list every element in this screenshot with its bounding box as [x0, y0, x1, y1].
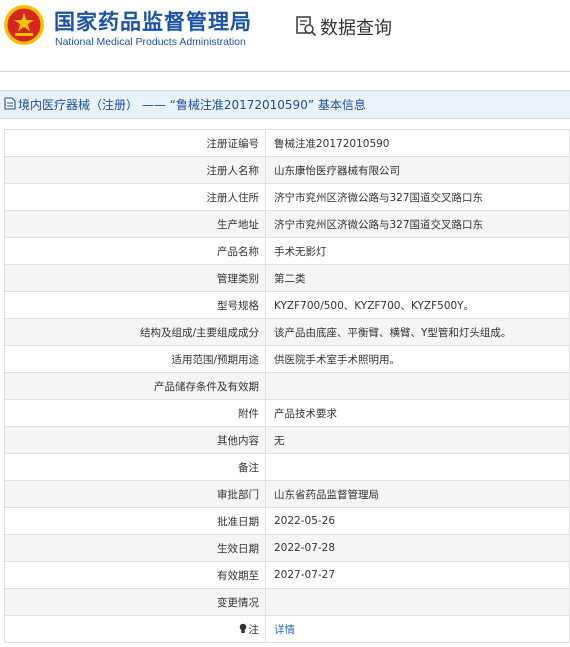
row-value: KYZF700/500、KYZF700、KYZF500Y。 [265, 291, 570, 319]
note-label: 注 [248, 623, 260, 636]
table-row: 有效期至 2027-07-27 [4, 561, 570, 589]
row-value [265, 372, 570, 400]
table-row: 附件 产品技术要求 [4, 399, 570, 427]
row-value: 济宁市兖州区济微公路与327国道交叉路口东 [265, 210, 570, 238]
table-row: 注册人名称 山东康怡医疗器械有限公司 [4, 156, 570, 184]
table-row: 注册证编号 鲁械注准20172010590 [4, 129, 570, 157]
table-row: 产品储存条件及有效期 [4, 372, 570, 400]
row-label: 生效日期 [4, 534, 266, 562]
row-label: 批准日期 [4, 507, 266, 535]
row-label: 生产地址 [4, 210, 266, 238]
row-value [265, 453, 570, 481]
row-label: 附件 [4, 399, 266, 427]
row-value: 山东康怡医疗器械有限公司 [265, 156, 570, 184]
row-value: 供医院手术室手术照明用。 [265, 345, 570, 373]
row-value: 第二类 [265, 264, 570, 292]
table-row: 变更情况 [4, 588, 570, 616]
note-label-cell: 注 [4, 615, 266, 643]
breadcrumb: 境内医疗器械（注册） —— “鲁械注准20172010590” 基本信息 [0, 90, 570, 119]
nmpa-emblem-icon [4, 5, 44, 45]
row-label: 产品名称 [4, 237, 266, 265]
table-row: 其他内容无 [4, 426, 570, 454]
row-label: 结构及组成/主要组成成分 [4, 318, 266, 346]
row-label: 有效期至 [4, 561, 266, 589]
registration-info-table: 注册证编号 鲁械注准20172010590 注册人名称 山东康怡医疗器械有限公司 注… [4, 129, 570, 643]
row-label: 注册人名称 [4, 156, 266, 184]
document-icon [4, 97, 16, 110]
org-name-cn[interactable]: 国家药品监督管理局 [54, 6, 252, 36]
row-value: 该产品由底座、平衡臂、横臂、Y型管和灯头组成。 [265, 318, 570, 346]
row-value [265, 588, 570, 616]
row-value: 产品技术要求 [265, 399, 570, 427]
lightbulb-icon [239, 623, 246, 633]
site-header: 国家药品监督管理局 National Medical Products Admi… [0, 0, 570, 62]
table-row: 管理类别 第二类 [4, 264, 570, 292]
org-name-en[interactable]: National Medical Products Administration [55, 36, 246, 48]
details-link[interactable]: 详情 [274, 624, 295, 636]
row-value: 鲁械注准20172010590 [265, 129, 570, 157]
row-label: 注册人住所 [4, 183, 266, 211]
note-row: 注 详情 [4, 615, 570, 643]
row-value: 手术无影灯 [265, 237, 570, 265]
table-row: 生产地址 济宁市兖州区济微公路与327国道交叉路口东 [4, 210, 570, 238]
table-row: 适用范围/预期用途 供医院手术室手术照明用。 [4, 345, 570, 373]
row-value: 山东省药品监督管理局 [265, 480, 570, 508]
table-row: 注册人住所 济宁市兖州区济微公路与327国道交叉路口东 [4, 183, 570, 211]
note-value-cell: 详情 [265, 615, 570, 643]
row-label: 备注 [4, 453, 266, 481]
row-value: 2027-07-27 [265, 561, 570, 589]
row-label: 型号规格 [4, 291, 266, 319]
row-value: 济宁市兖州区济微公路与327国道交叉路口东 [265, 183, 570, 211]
table-row: 结构及组成/主要组成成分 该产品由底座、平衡臂、横臂、Y型管和灯头组成。 [4, 318, 570, 346]
header-divider [0, 71, 570, 72]
table-row: 备注 [4, 453, 570, 481]
table-row: 型号规格 KYZF700/500、KYZF700、KYZF500Y。 [4, 291, 570, 319]
row-value: 2022-07-28 [265, 534, 570, 562]
table-row: 产品名称 手术无影灯 [4, 237, 570, 265]
page-title: 数据查询 [320, 18, 392, 39]
row-label: 变更情况 [4, 588, 266, 616]
row-value: 无 [265, 426, 570, 454]
table-row: 批准日期 2022-05-26 [4, 507, 570, 535]
row-value: 2022-05-26 [265, 507, 570, 535]
row-label: 产品储存条件及有效期 [4, 372, 266, 400]
row-label: 管理类别 [4, 264, 266, 292]
table-row: 审批部门 山东省药品监督管理局 [4, 480, 570, 508]
row-label: 适用范围/预期用途 [4, 345, 266, 373]
data-query-icon [296, 16, 317, 37]
table-row: 生效日期 2022-07-28 [4, 534, 570, 562]
breadcrumb-text: 境内医疗器械（注册） —— “鲁械注准20172010590” 基本信息 [18, 98, 366, 112]
row-label: 注册证编号 [4, 129, 266, 157]
row-label: 审批部门 [4, 480, 266, 508]
row-label: 其他内容 [4, 426, 266, 454]
